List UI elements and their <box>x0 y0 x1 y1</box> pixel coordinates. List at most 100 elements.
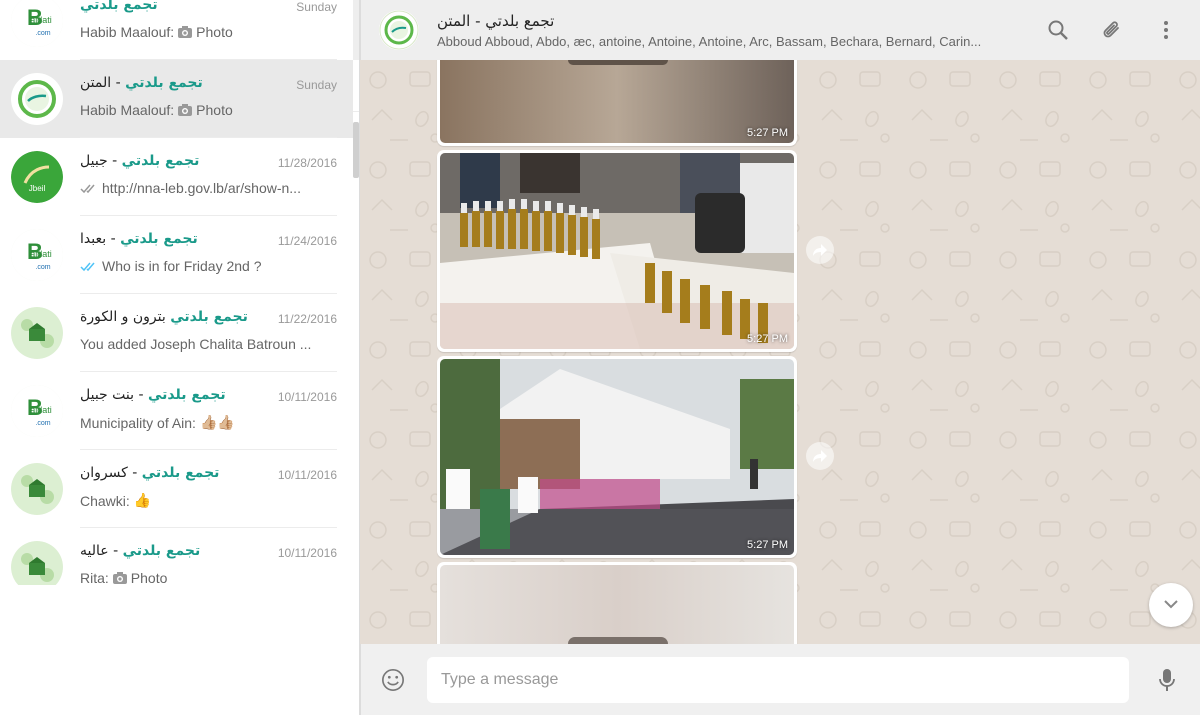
chat-item[interactable]: Baldati .com تجمع بلدتي - بنت جبيل 10/11/20… <box>0 372 353 450</box>
svg-text:Jbeil: Jbeil <box>29 184 46 193</box>
chat-preview: Who is in for Friday 2nd ? <box>80 258 331 274</box>
conversation-title: تجمع بلدتي - المتن <box>437 11 555 30</box>
chat-title-brand: تجمع بلدتي <box>80 0 158 13</box>
scroll-down-button[interactable] <box>1149 583 1193 627</box>
read-ticks-icon <box>80 262 95 271</box>
emoji-icon[interactable] <box>381 668 405 692</box>
chat-item[interactable]: Baldati .com تجمع بلدتي Sunday Habib Maalouf… <box>0 0 353 60</box>
chat-item-body: تجمع بلدتي بترون و الكورة 11/22/2016 You a… <box>80 294 337 372</box>
chat-title: تجمع بلدتي - المتن <box>80 75 203 92</box>
chat-avatar[interactable]: Baldati .com <box>11 0 63 47</box>
chat-title-suffix: - عاليه <box>80 543 123 559</box>
chat-item[interactable]: تجمع بلدتي - المتن Sunday Habib Maalouf: Ph… <box>0 60 353 138</box>
chat-preview-sender: Habib Maalouf: <box>80 102 175 118</box>
chat-avatar[interactable] <box>11 73 63 125</box>
chat-avatar[interactable]: Jbeil <box>11 151 63 203</box>
message-photo[interactable] <box>440 153 794 349</box>
chat-title-suffix: - جبيل <box>80 153 122 169</box>
chat-item[interactable]: Baldati .com تجمع بلدتي - بعبدا 11/24/2016 W… <box>0 216 353 294</box>
message-photo[interactable] <box>440 60 794 143</box>
chat-title-suffix: - المتن <box>80 75 126 91</box>
image-message[interactable]: 5:27 PM <box>437 150 797 352</box>
message-photo[interactable] <box>440 565 794 644</box>
camera-icon <box>112 572 127 584</box>
conversation-pane: تجمع بلدتي - المتن Abboud Abboud, Abdo, … <box>360 0 1200 715</box>
chat-preview-sender: Municipality of Ain: <box>80 414 196 431</box>
message-area[interactable]: 5:27 PM 5:27 PM 5:27 PM <box>360 60 1200 644</box>
search-icon[interactable] <box>1046 18 1070 42</box>
chat-preview: You added Joseph Chalita Batroun ... <box>80 336 331 352</box>
mic-icon[interactable] <box>1155 668 1179 692</box>
chat-title-suffix: بترون و الكورة <box>80 309 171 325</box>
chat-list-scrollbar[interactable] <box>353 122 359 178</box>
chat-preview-text: http://nna-leb.gov.lb/ar/show-n... <box>102 180 301 196</box>
chat-date: 11/22/2016 <box>277 312 337 326</box>
chat-title: تجمع بلدتي - عاليه <box>80 543 200 560</box>
chat-date: 10/11/2016 <box>277 390 337 404</box>
image-message[interactable]: 5:27 PM <box>437 356 797 558</box>
read-ticks-icon <box>80 184 95 193</box>
sidebar: B aldati Baldati.comتجمع بلدتيSundayHabi… <box>0 0 360 715</box>
chat-item[interactable]: تجمع بلدتي بترون و الكورة 11/22/2016 You a… <box>0 294 353 372</box>
chat-preview: Habib Maalouf: Photo <box>80 24 331 40</box>
chat-list: Baldati .com تجمع بلدتي Sunday Habib Maalouf… <box>0 0 353 585</box>
chat-title-suffix: - بعبدا <box>80 231 121 247</box>
chat-preview-text: 👍 <box>133 492 152 508</box>
chat-avatar[interactable] <box>11 463 63 515</box>
chat-title-brand: تجمع بلدتي <box>141 465 220 481</box>
chat-avatar[interactable] <box>11 307 63 359</box>
chat-avatar[interactable] <box>11 541 63 585</box>
chat-preview-sender: Rita: <box>80 570 109 585</box>
chat-title: تجمع بلدتي <box>80 0 158 14</box>
chat-preview: Habib Maalouf: Photo <box>80 102 331 118</box>
chat-date: 11/28/2016 <box>277 156 337 170</box>
chat-preview: Chawki: 👍 <box>80 492 331 509</box>
chat-date: Sunday <box>296 78 337 92</box>
image-message[interactable]: 5:27 PM <box>437 60 797 146</box>
camera-icon <box>178 104 193 116</box>
message-time: 5:27 PM <box>747 539 788 551</box>
chat-item-body: تجمع بلدتي - عاليه 10/11/2016 Rita: Photo <box>80 528 337 585</box>
conversation-header[interactable]: تجمع بلدتي - المتن Abboud Abboud, Abdo, … <box>360 0 1200 60</box>
chat-date: 11/24/2016 <box>277 234 337 248</box>
forward-icon[interactable] <box>806 442 834 470</box>
chat-preview-sender: Chawki: <box>80 492 130 509</box>
conversation-menu-icon[interactable] <box>1154 18 1178 42</box>
message-composer <box>360 644 1200 715</box>
chat-item-body: تجمع بلدتي - المتن Sunday Habib Maalouf: Ph… <box>80 60 337 138</box>
image-message[interactable] <box>437 562 797 644</box>
chat-preview-text: Photo <box>196 102 233 118</box>
chat-item[interactable]: تجمع بلدتي - عاليه 10/11/2016 Rita: Photo <box>0 528 353 585</box>
chat-title-brand: تجمع بلدتي <box>120 231 198 247</box>
conversation-avatar[interactable] <box>379 10 419 50</box>
chat-date: 10/11/2016 <box>277 546 337 560</box>
chevron-down-icon <box>1163 596 1179 614</box>
chat-item[interactable]: Jbeil تجمع بلدتي - جبيل 11/28/2016 http://n… <box>0 138 353 216</box>
chat-item[interactable]: تجمع بلدتي - كسروان 10/11/2016 Chawki: 👍 <box>0 450 353 528</box>
svg-text:.com: .com <box>35 30 50 37</box>
svg-text:aldati: aldati <box>30 15 52 25</box>
chat-item-body: تجمع بلدتي Sunday Habib Maalouf: Photo <box>80 0 337 60</box>
chat-preview-text: You added Joseph Chalita Batroun ... <box>80 336 312 352</box>
svg-text:aldati: aldati <box>30 405 52 415</box>
chat-title: تجمع بلدتي - بنت جبيل <box>80 387 226 404</box>
attach-icon[interactable] <box>1100 18 1124 42</box>
chat-title-brand: تجمع بلدتي <box>122 543 201 559</box>
chat-title-brand: تجمع بلدتي <box>170 309 248 325</box>
chat-preview: Rita: Photo <box>80 570 331 585</box>
chat-item-body: تجمع بلدتي - بعبدا 11/24/2016 Who is in fo… <box>80 216 337 294</box>
message-photo[interactable] <box>440 359 794 555</box>
conversation-info: تجمع بلدتي - المتن Abboud Abboud, Abdo, … <box>437 12 1017 49</box>
chat-item-body: تجمع بلدتي - كسروان 10/11/2016 Chawki: 👍 <box>80 450 337 528</box>
chat-item-body: تجمع بلدتي - جبيل 11/28/2016 http://nna-le… <box>80 138 337 216</box>
chat-preview-text: 👍🏼👍🏼 <box>199 414 235 430</box>
chat-item-body: تجمع بلدتي - بنت جبيل 10/11/2016 Municipal… <box>80 372 337 450</box>
message-input[interactable] <box>427 656 1129 703</box>
chat-avatar[interactable]: Baldati .com <box>11 229 63 281</box>
svg-text:.com: .com <box>35 420 50 427</box>
chat-title: تجمع بلدتي - جبيل <box>80 153 199 170</box>
chat-title-suffix: - بنت جبيل <box>80 387 148 403</box>
chat-avatar[interactable]: Baldati .com <box>11 385 63 437</box>
chat-preview-text: Photo <box>130 570 168 585</box>
forward-icon[interactable] <box>806 236 834 264</box>
